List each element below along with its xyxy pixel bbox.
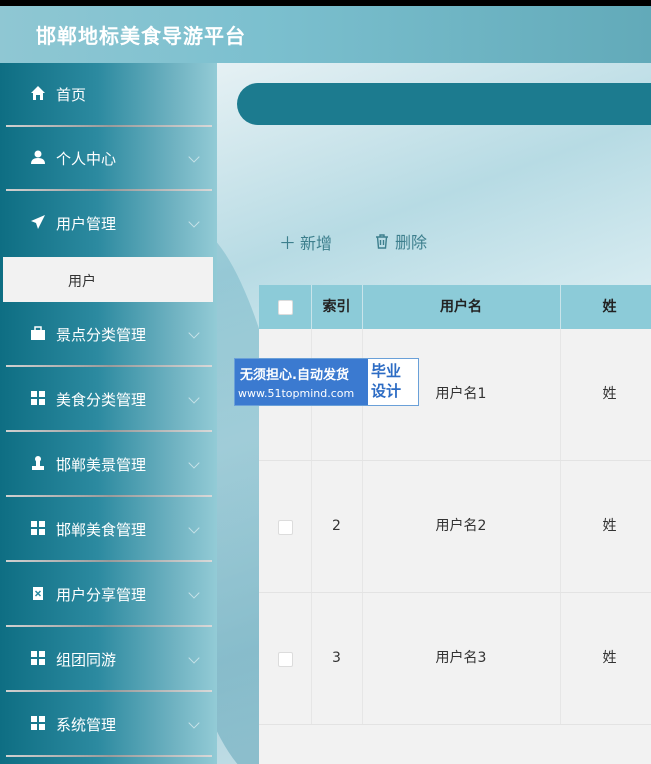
header-select-all[interactable] bbox=[259, 285, 312, 329]
row-checkbox[interactable] bbox=[278, 652, 293, 667]
chevron-down-icon bbox=[188, 327, 200, 339]
cell-username: 用户名3 bbox=[362, 593, 561, 724]
chevron-down-icon bbox=[188, 151, 200, 163]
chevron-down-icon bbox=[188, 652, 200, 664]
briefcase-icon bbox=[31, 326, 45, 340]
sidebar-item-label: 美食分类管理 bbox=[56, 391, 147, 409]
watermark-right: 毕业 设计 bbox=[371, 361, 401, 401]
cell-name: 姓 bbox=[602, 386, 617, 402]
divider bbox=[6, 189, 212, 191]
sidebar-item-food-category[interactable]: 美食分类管理 bbox=[0, 368, 217, 432]
add-button[interactable]: ＋新增 bbox=[279, 229, 332, 254]
grid-icon bbox=[31, 521, 45, 535]
cell-username: 用户名2 bbox=[362, 461, 561, 592]
row-checkbox[interactable] bbox=[278, 520, 293, 535]
watermark-badge2: 设计 bbox=[371, 382, 402, 400]
divider bbox=[6, 755, 212, 757]
watermark-badge: 无须担心.自动发货 www.51topmind.com 毕业 设计 bbox=[234, 358, 419, 406]
sidebar-item-group-travel[interactable]: 组团同游 bbox=[0, 628, 217, 692]
table-row: 3 用户名3 姓 bbox=[259, 593, 651, 725]
table-row bbox=[259, 725, 651, 764]
grid-icon bbox=[31, 651, 45, 665]
sidebar: 首页 个人中心 用户管理 用户 景点分类管理 美食分类管理 邯郸美景管理 邯郸美… bbox=[0, 63, 217, 764]
row-select[interactable] bbox=[259, 461, 312, 592]
cell-name: 姓 bbox=[602, 650, 617, 666]
column-header: 用户名 bbox=[362, 285, 561, 329]
watermark-badge1: 毕业 bbox=[371, 362, 402, 380]
sidebar-item-system-management[interactable]: 系统管理 bbox=[0, 693, 217, 757]
select-all-checkbox[interactable] bbox=[278, 300, 293, 315]
sidebar-item-label: 景点分类管理 bbox=[56, 326, 147, 344]
sidebar-item-label: 邯郸美景管理 bbox=[56, 456, 147, 474]
table-header: 索引 用户名 姓 bbox=[259, 285, 651, 329]
sidebar-item-label: 邯郸美食管理 bbox=[56, 521, 147, 539]
chevron-down-icon bbox=[188, 587, 200, 599]
sidebar-item-label: 用户分享管理 bbox=[56, 586, 147, 604]
send-icon bbox=[31, 215, 45, 229]
clipboard-icon bbox=[33, 587, 43, 600]
search-bar[interactable] bbox=[237, 83, 651, 125]
sidebar-item-food-management[interactable]: 邯郸美食管理 bbox=[0, 498, 217, 562]
trash-icon bbox=[376, 234, 388, 249]
delete-button-label: 删除 bbox=[395, 233, 428, 252]
divider bbox=[6, 625, 212, 627]
sidebar-item-user-management[interactable]: 用户管理 bbox=[0, 192, 217, 256]
app-title: 邯郸地标美食导游平台 bbox=[36, 24, 246, 48]
divider bbox=[6, 365, 212, 367]
sidebar-item-scenery-management[interactable]: 邯郸美景管理 bbox=[0, 433, 217, 497]
sidebar-subitem-user[interactable]: 用户 bbox=[3, 257, 213, 302]
column-header: 姓 bbox=[602, 299, 617, 315]
chevron-down-icon bbox=[188, 522, 200, 534]
home-icon bbox=[31, 86, 45, 100]
sidebar-item-label: 用户管理 bbox=[56, 215, 117, 233]
user-icon bbox=[31, 150, 45, 164]
sidebar-item-label: 系统管理 bbox=[56, 716, 117, 734]
watermark-left: 无须担心.自动发货 www.51topmind.com bbox=[235, 359, 368, 405]
stamp-icon bbox=[32, 456, 44, 470]
divider bbox=[6, 430, 212, 432]
watermark-line2: www.51topmind.com bbox=[238, 387, 355, 400]
column-header: 索引 bbox=[311, 285, 363, 329]
delete-button[interactable]: 删除 bbox=[375, 229, 427, 253]
cell-index: 2 bbox=[311, 461, 363, 592]
grid-icon bbox=[31, 391, 45, 405]
sidebar-item-scenic-category[interactable]: 景点分类管理 bbox=[0, 303, 217, 367]
plus-icon: ＋ bbox=[279, 234, 296, 254]
sidebar-item-personal-center[interactable]: 个人中心 bbox=[0, 127, 217, 191]
cell-name: 姓 bbox=[602, 518, 617, 534]
table-row: 2 用户名2 姓 bbox=[259, 461, 651, 593]
divider bbox=[6, 690, 212, 692]
sidebar-item-share-management[interactable]: 用户分享管理 bbox=[0, 563, 217, 627]
row-select[interactable] bbox=[259, 593, 312, 724]
chevron-down-icon bbox=[188, 216, 200, 228]
watermark-line1: 无须担心.自动发货 bbox=[240, 368, 349, 383]
chevron-down-icon bbox=[188, 717, 200, 729]
divider bbox=[6, 495, 212, 497]
chevron-down-icon bbox=[188, 457, 200, 469]
grid-icon bbox=[31, 716, 45, 730]
chevron-down-icon bbox=[188, 392, 200, 404]
sidebar-item-label: 首页 bbox=[56, 86, 87, 104]
sidebar-item-home[interactable]: 首页 bbox=[0, 63, 217, 127]
cell-index: 3 bbox=[311, 593, 363, 724]
divider bbox=[6, 560, 212, 562]
main-content: ＋新增 删除 索引 用户名 姓 用户名1 姓 2 用户名2 姓 3 用户名3 姓 bbox=[217, 63, 651, 764]
add-button-label: 新增 bbox=[300, 234, 333, 253]
sidebar-item-label: 个人中心 bbox=[56, 150, 117, 168]
sidebar-subitem-label: 用户 bbox=[68, 274, 96, 290]
app-header: 邯郸地标美食导游平台 bbox=[0, 6, 651, 63]
sidebar-item-label: 组团同游 bbox=[56, 651, 117, 669]
